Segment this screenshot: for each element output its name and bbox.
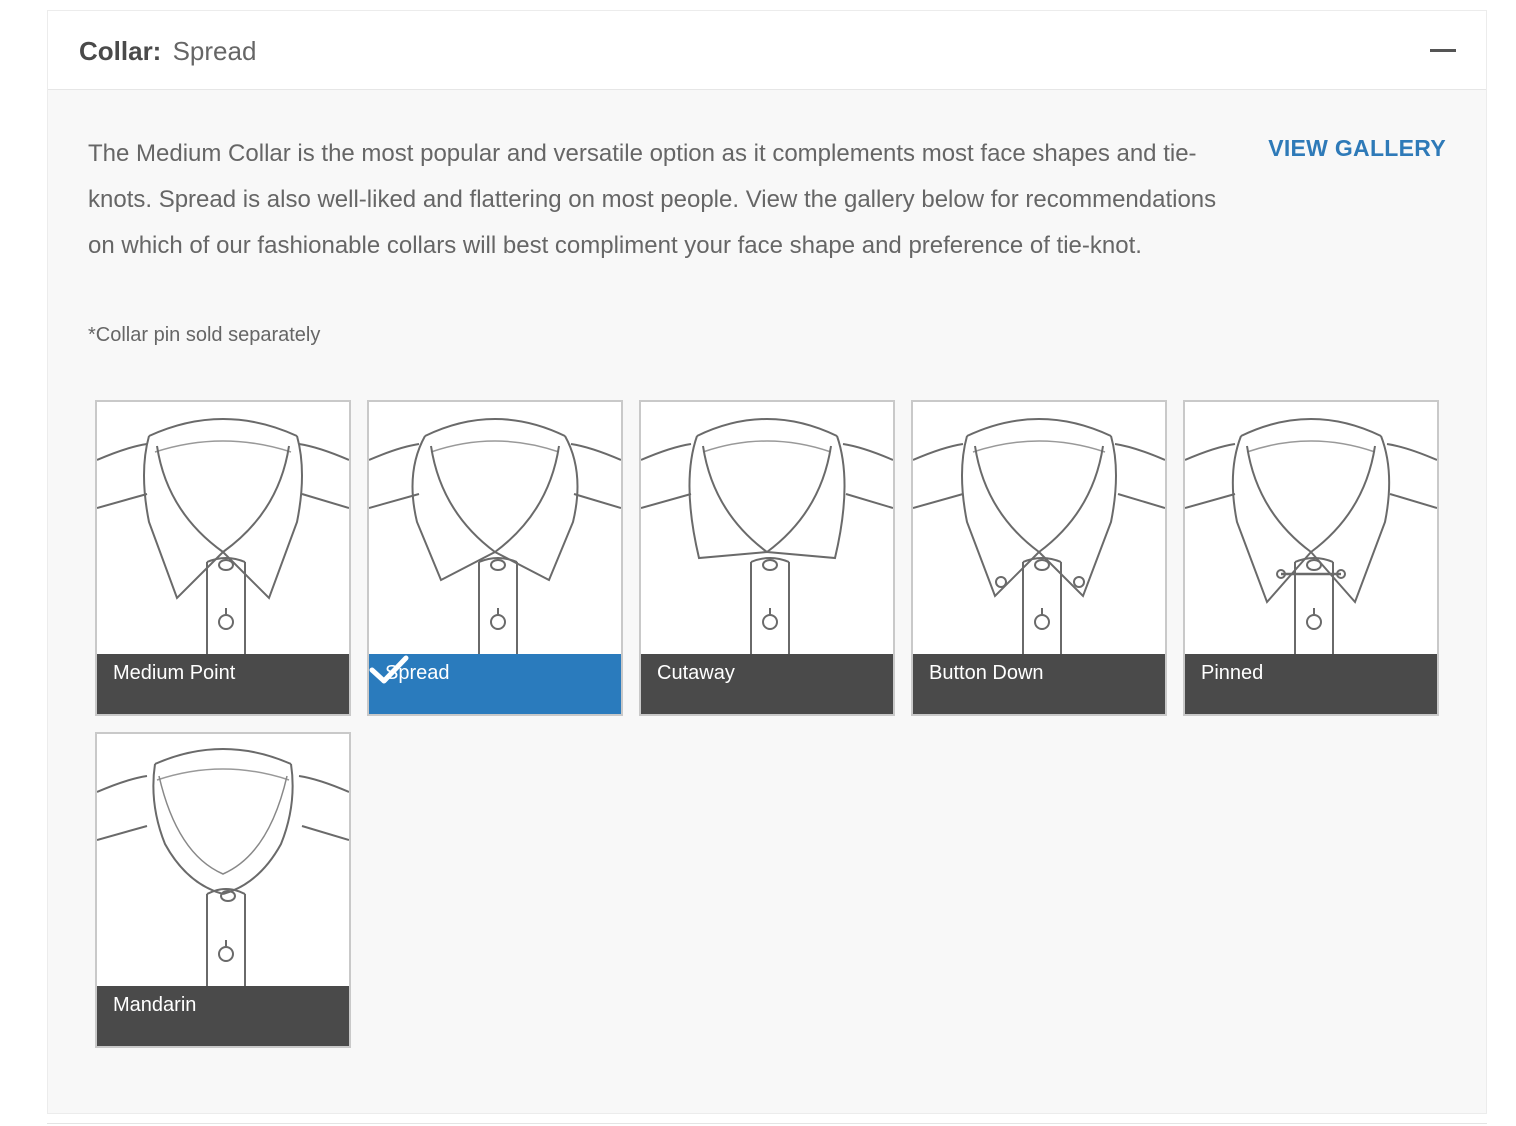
collar-option-button-down[interactable]: Button Down xyxy=(911,400,1167,716)
collar-option-label: Button Down xyxy=(913,654,1165,714)
collar-option-mandarin[interactable]: Mandarin xyxy=(95,732,351,1048)
collar-panel-header[interactable]: Collar: Spread xyxy=(48,11,1486,90)
view-gallery-link[interactable]: VIEW GALLERY xyxy=(1268,135,1446,162)
collar-option-medium-point[interactable]: Medium Point xyxy=(95,400,351,716)
collar-option-label: Spread xyxy=(369,654,621,714)
minus-icon[interactable] xyxy=(1430,37,1456,63)
pinned-collar-illustration xyxy=(1185,418,1437,654)
divider xyxy=(47,1123,1487,1124)
button-down-collar-illustration xyxy=(913,418,1165,654)
collar-option-label: Medium Point xyxy=(97,654,349,714)
collar-option-label: Mandarin xyxy=(97,986,349,1046)
collar-option-cutaway[interactable]: Cutaway xyxy=(639,400,895,716)
collar-label: Collar: xyxy=(79,36,162,66)
medium-point-collar-illustration xyxy=(97,418,349,654)
collar-option-pinned[interactable]: Pinned xyxy=(1183,400,1439,716)
collar-pin-note: *Collar pin sold separately xyxy=(88,324,321,346)
collar-option-label: Cutaway xyxy=(641,654,893,714)
cutaway-collar-illustration xyxy=(641,418,893,654)
selected-collar-value: Spread xyxy=(172,36,257,66)
checkmark-icon xyxy=(369,655,409,684)
collar-description: The Medium Collar is the most popular an… xyxy=(88,140,1217,259)
panel-title: Collar: Spread xyxy=(79,36,256,67)
mandarin-collar-illustration xyxy=(97,748,349,986)
collar-option-spread[interactable]: Spread xyxy=(367,400,623,716)
collar-option-label: Pinned xyxy=(1185,654,1437,714)
spread-collar-illustration xyxy=(369,418,621,654)
